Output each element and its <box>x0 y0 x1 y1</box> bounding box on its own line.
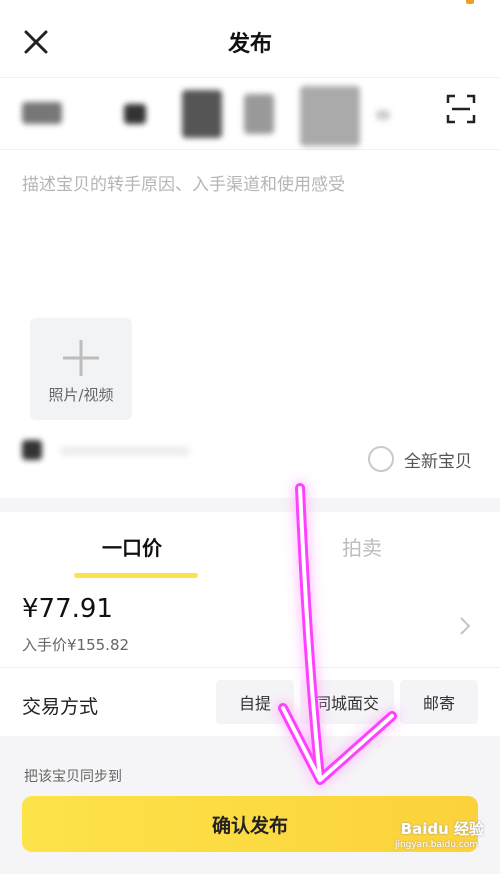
chevron-right-icon <box>460 617 471 635</box>
add-media-label: 照片/视频 <box>48 386 114 404</box>
pricing-tabs: 一口价 拍卖 <box>0 512 500 580</box>
scan-icon[interactable] <box>446 94 476 124</box>
trade-option-shipping[interactable]: 邮寄 <box>400 680 478 724</box>
description-field[interactable]: 描述宝贝的转手原因、入手渠道和使用感受 <box>22 170 478 195</box>
trade-method-label: 交易方式 <box>22 696 99 718</box>
redacted-block <box>22 102 62 124</box>
redacted-block <box>60 446 190 456</box>
trade-method-row: 交易方式 自提 同城面交 邮寄 <box>0 670 500 736</box>
redacted-block <box>300 86 360 146</box>
section-divider <box>0 498 500 512</box>
brand-new-toggle[interactable]: 全新宝贝 <box>368 444 472 474</box>
brand-new-label: 全新宝贝 <box>404 451 472 472</box>
trade-option-pickup[interactable]: 自提 <box>216 680 294 724</box>
radio-icon[interactable] <box>368 446 394 472</box>
page-title: 发布 <box>227 32 272 57</box>
price-value: ¥77.91 <box>22 594 113 624</box>
tab-auction[interactable]: 拍卖 <box>342 532 382 561</box>
sync-label: 把该宝贝同步到 <box>24 769 122 785</box>
tab-fixed-price[interactable]: 一口价 <box>102 532 162 561</box>
redacted-block <box>376 110 390 120</box>
price-row[interactable]: ¥77.91 入手价¥155.82 <box>0 582 500 668</box>
condition-row: 全新宝贝 <box>0 436 500 480</box>
redacted-block <box>182 90 222 138</box>
watermark-url: jingyan.baidu.com <box>394 840 478 850</box>
plus-icon <box>63 340 99 376</box>
add-media-button[interactable]: 照片/视频 <box>30 318 132 420</box>
redacted-block <box>124 104 146 124</box>
header-bar: 发布 <box>0 0 500 78</box>
redacted-block <box>22 440 42 460</box>
watermark-logo: Baidu 经验 <box>400 820 484 838</box>
active-tab-indicator <box>74 573 198 578</box>
status-indicator <box>466 0 474 4</box>
item-title-row[interactable] <box>0 80 500 150</box>
trade-option-local[interactable]: 同城面交 <box>300 680 394 724</box>
original-price: 入手价¥155.82 <box>22 636 130 654</box>
redacted-block <box>244 94 274 134</box>
